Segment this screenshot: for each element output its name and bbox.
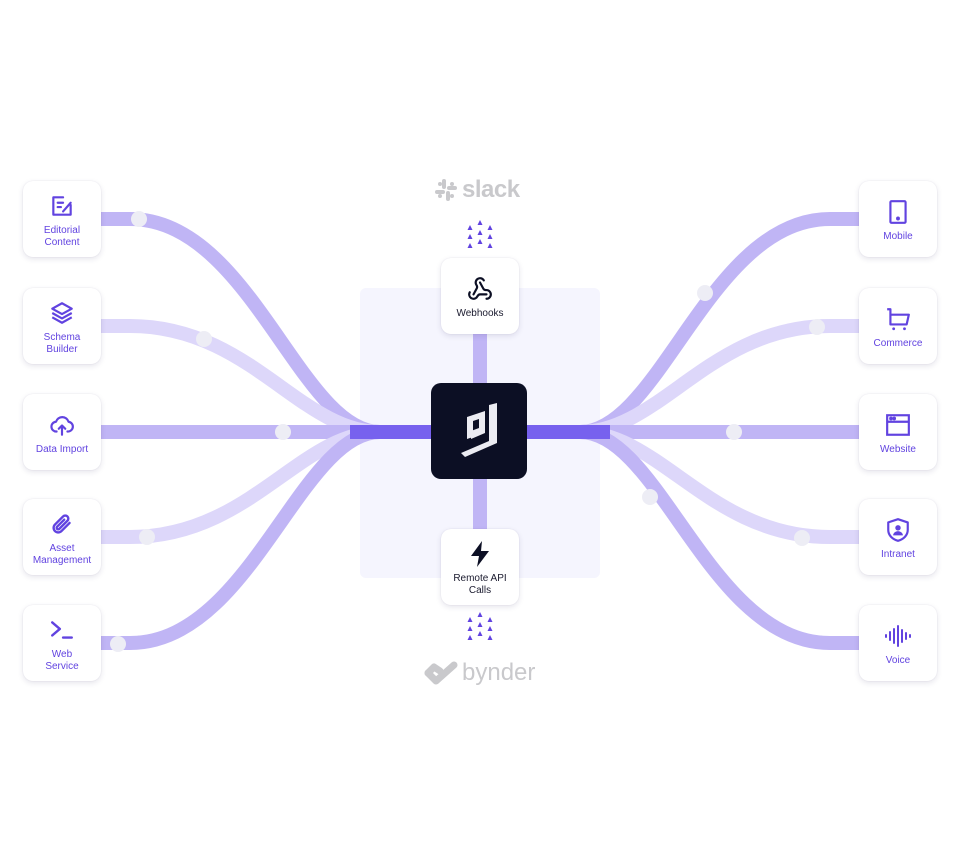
flow-dot: [196, 331, 212, 347]
target-line-1: [579, 319, 859, 439]
webhooks-card[interactable]: Webhooks: [441, 258, 519, 334]
bynder-logo: bynder: [424, 659, 535, 687]
bynder-wordmark: bynder: [462, 659, 536, 686]
integration-diagram: slack Webhooks Remote API Calls bynder E…: [0, 0, 960, 864]
source-card-asset-management[interactable]: Asset Management: [23, 499, 101, 575]
remote-api-calls-card[interactable]: Remote API Calls: [441, 529, 519, 605]
source-card-label: Editorial Content: [43, 224, 81, 248]
source-line-1: [101, 319, 381, 439]
slack-mark-icon: [435, 179, 457, 201]
terminal-icon: [48, 616, 76, 644]
source-card-web-service[interactable]: Web Service: [23, 605, 101, 681]
cart-icon: [884, 305, 912, 333]
upward-flow-arrows-icon: [467, 220, 493, 248]
slack-logo: slack: [433, 176, 520, 204]
flow-dot: [726, 424, 742, 440]
source-card-editorial-content[interactable]: Editorial Content: [23, 181, 101, 257]
target-card-commerce[interactable]: Commerce: [859, 288, 937, 364]
flow-dot: [131, 211, 147, 227]
target-card-intranet[interactable]: Intranet: [859, 499, 937, 575]
upward-flow-arrows-icon: [467, 612, 493, 640]
mobile-icon: [884, 198, 912, 226]
shield-user-icon: [884, 516, 912, 544]
target-card-website[interactable]: Website: [859, 394, 937, 470]
flow-dot: [642, 489, 658, 505]
remote-api-calls-label: Remote API Calls: [453, 572, 507, 596]
target-card-label: Website: [880, 443, 916, 455]
webhooks-label: Webhooks: [456, 307, 504, 319]
slack-wordmark: slack: [462, 176, 520, 203]
source-card-data-import[interactable]: Data Import: [23, 394, 101, 470]
hygraph-hub[interactable]: [431, 383, 527, 479]
target-card-label: Commerce: [873, 337, 923, 349]
source-card-label: Web Service: [45, 648, 79, 672]
source-card-label: Data Import: [35, 443, 89, 455]
flow-dot: [110, 636, 126, 652]
cloud-upload-icon: [48, 411, 76, 439]
flow-dot: [139, 529, 155, 545]
lightning-icon: [466, 540, 494, 568]
paperclip-icon: [48, 510, 76, 538]
browser-window-icon: [884, 411, 912, 439]
source-card-label: Schema Builder: [43, 331, 81, 355]
target-card-voice[interactable]: Voice: [859, 605, 937, 681]
bynder-mark-icon: [424, 661, 458, 685]
flow-dot: [794, 530, 810, 546]
source-card-label: Asset Management: [32, 542, 92, 566]
target-card-mobile[interactable]: Mobile: [859, 181, 937, 257]
flow-dot: [697, 285, 713, 301]
flow-dot: [275, 424, 291, 440]
hygraph-logo-icon: [461, 403, 497, 457]
flow-dot: [809, 319, 825, 335]
layers-icon: [48, 299, 76, 327]
webhook-icon: [466, 275, 494, 303]
target-card-label: Intranet: [881, 548, 915, 560]
target-card-label: Voice: [885, 654, 911, 666]
soundwave-icon: [884, 622, 912, 650]
source-card-schema-builder[interactable]: Schema Builder: [23, 288, 101, 364]
edit-document-icon: [48, 192, 76, 220]
target-card-label: Mobile: [883, 230, 913, 242]
